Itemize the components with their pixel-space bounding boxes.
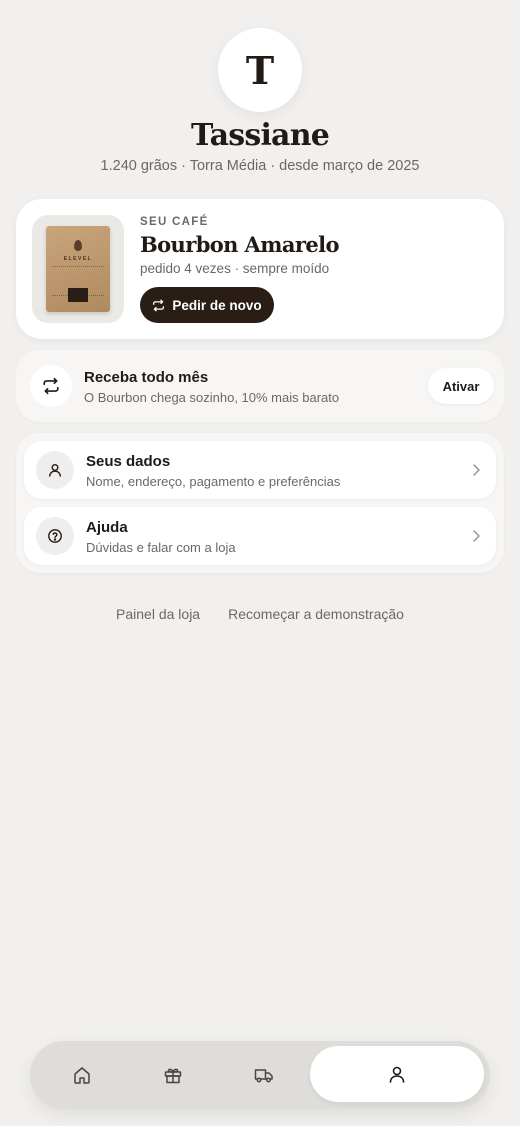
user-icon <box>389 1066 405 1083</box>
tab-delivery[interactable] <box>234 1041 294 1109</box>
tab-gift[interactable] <box>143 1041 203 1109</box>
tab-profile[interactable] <box>310 1046 484 1102</box>
coffee-eyebrow: SEU CAFÉ <box>140 216 209 228</box>
subscription-icon-wrap <box>30 365 72 407</box>
coffee-meta: pedido 4 vezes · sempre moído <box>140 261 330 276</box>
subscription-description: O Bourbon chega sozinho, 10% mais barato <box>84 390 340 405</box>
menu-item-description: Dúvidas e falar com a loja <box>86 540 236 555</box>
menu-item-title: Seus dados <box>86 453 171 470</box>
store-panel-link[interactable]: Painel da loja <box>116 606 200 622</box>
user-icon <box>49 464 61 477</box>
bag-label <box>68 288 88 302</box>
reorder-button[interactable]: Pedir de novo <box>140 287 274 323</box>
subscription-card: Receba todo mês O Bourbon chega sozinho,… <box>16 350 504 422</box>
footer-links: Painel da loja Recomeçar a demonstração <box>0 606 520 622</box>
delivery-truck-icon <box>254 1069 273 1083</box>
gift-icon <box>164 1068 182 1084</box>
menu-item-title: Ajuda <box>86 519 128 536</box>
help-icon <box>48 529 62 543</box>
menu-group: Seus dados Nome, endereço, pagamento e p… <box>16 433 504 573</box>
profile-meta: 1.240 grãos · Torra Média · desde março … <box>100 158 420 174</box>
reorder-button-label: Pedir de novo <box>172 297 262 313</box>
menu-icon-wrap <box>36 517 74 555</box>
coffee-bag: ELEVEL <box>46 226 110 312</box>
restart-demo-link[interactable]: Recomeçar a demonstração <box>228 606 404 622</box>
coffee-card: ELEVEL SEU CAFÉ Bourbon Amarelo pedido 4… <box>16 199 504 339</box>
bag-logo-icon <box>74 240 82 251</box>
menu-item-description: Nome, endereço, pagamento e preferências <box>86 474 341 489</box>
subscription-title: Receba todo mês <box>84 369 209 386</box>
home-icon <box>74 1067 90 1084</box>
tab-bar <box>30 1041 490 1109</box>
avatar: T <box>218 28 302 112</box>
menu-icon-wrap <box>36 451 74 489</box>
tab-home[interactable] <box>52 1041 112 1109</box>
menu-item-your-data[interactable]: Seus dados Nome, endereço, pagamento e p… <box>24 441 496 499</box>
repeat-icon <box>43 377 59 395</box>
profile-name: Tassiane <box>190 118 330 153</box>
repeat-icon <box>153 299 165 311</box>
activate-subscription-button[interactable]: Ativar <box>428 368 494 404</box>
menu-item-help[interactable]: Ajuda Dúvidas e falar com a loja <box>24 507 496 565</box>
bag-brand: ELEVEL <box>63 256 93 262</box>
coffee-name: Bourbon Amarelo <box>140 232 339 257</box>
chevron-right-icon <box>473 530 480 542</box>
coffee-bag-image: ELEVEL <box>32 215 124 323</box>
chevron-right-icon <box>473 464 480 476</box>
